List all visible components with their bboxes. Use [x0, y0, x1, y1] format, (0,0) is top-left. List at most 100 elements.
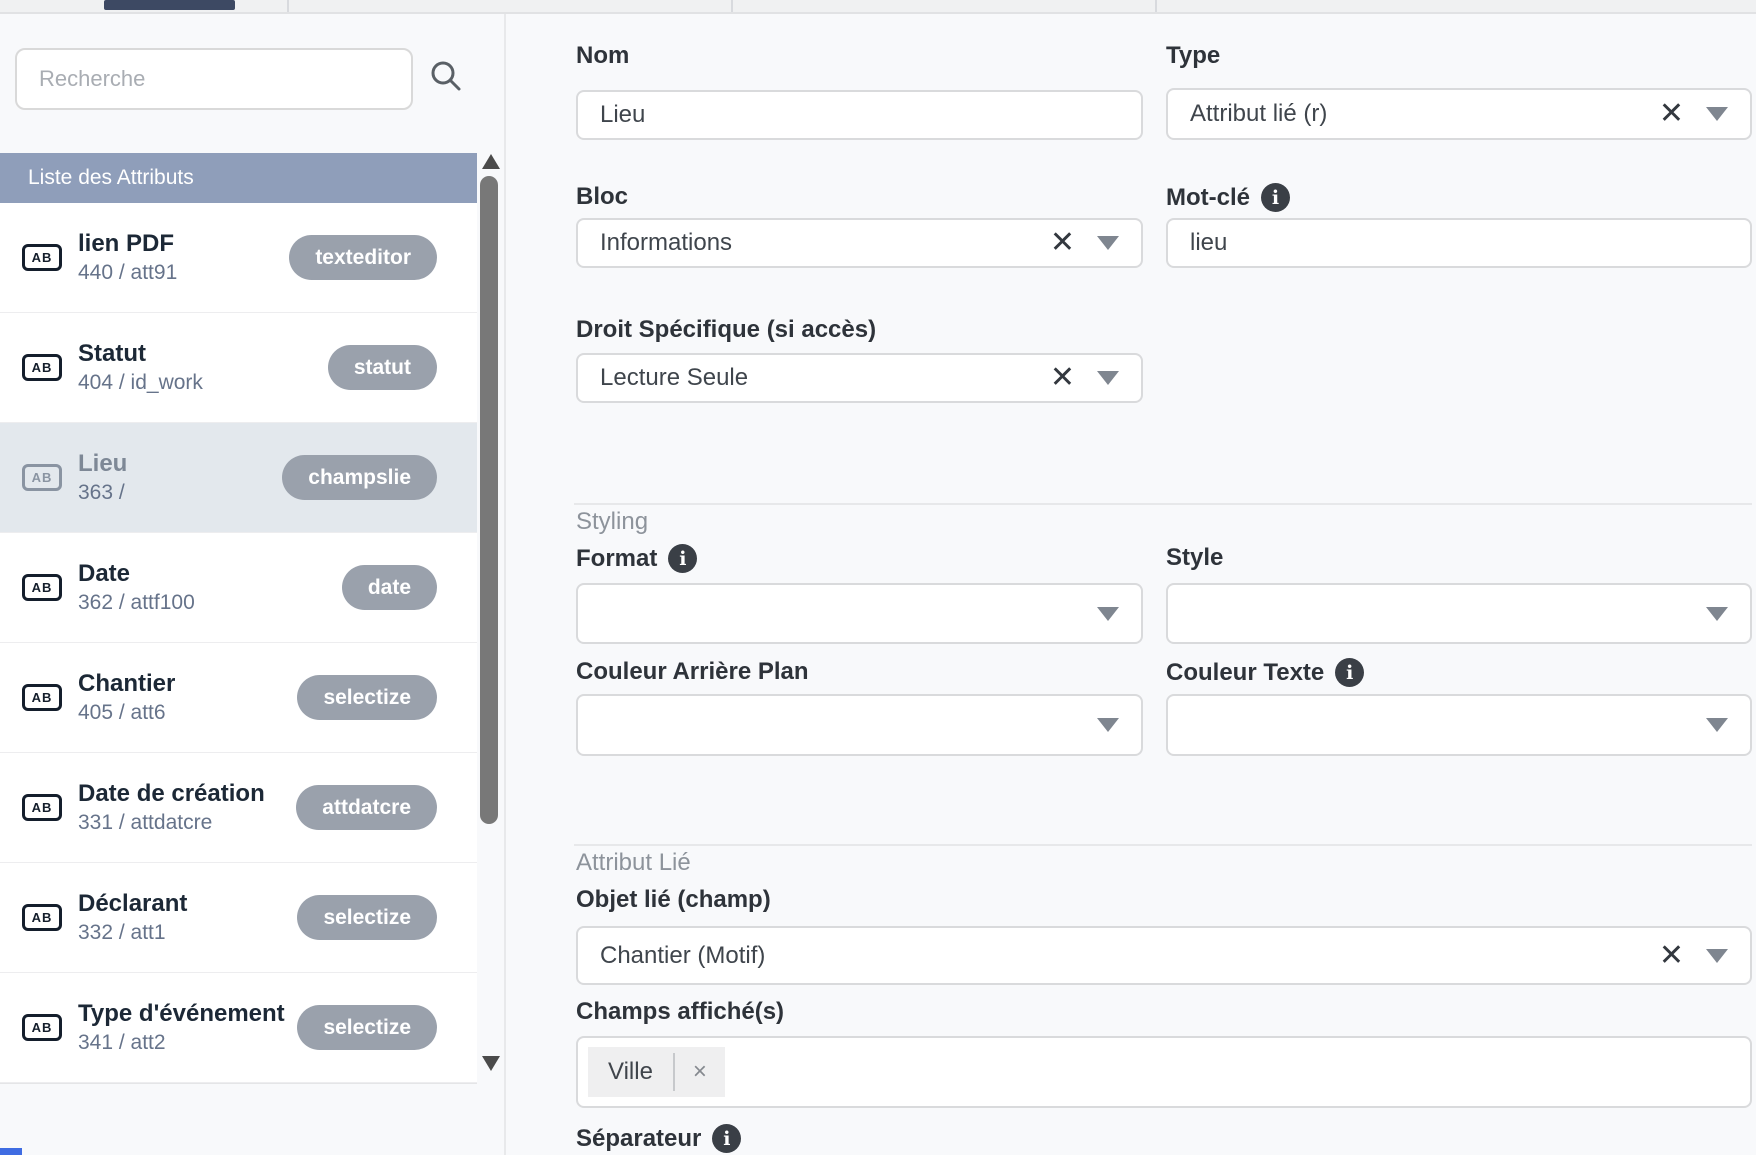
type-select-value: Attribut lié (r)	[1190, 100, 1659, 128]
styling-section-title: Styling	[576, 508, 648, 536]
clear-icon[interactable]: ✕	[1050, 363, 1075, 393]
attribute-type-icon: AB	[22, 684, 62, 711]
attribute-badge: selectize	[297, 675, 437, 720]
scroll-up-icon[interactable]	[482, 154, 500, 169]
search-icon[interactable]	[428, 58, 464, 99]
droit-select-value: Lecture Seule	[600, 364, 1050, 392]
type-label: Type	[1166, 42, 1220, 70]
attribute-type-icon: AB	[22, 464, 62, 491]
nom-label: Nom	[576, 42, 629, 70]
top-tab-strip	[0, 0, 1756, 14]
attribut-lie-section-title: Attribut Lié	[576, 849, 691, 877]
clear-icon[interactable]: ✕	[1659, 941, 1684, 971]
attribute-meta: 363 /	[78, 479, 127, 506]
type-select[interactable]: Attribut lié (r) ✕	[1166, 88, 1752, 140]
tag-ville: Ville ×	[588, 1047, 725, 1097]
attribute-sidebar: Liste des Attributs AB lien PDF 440 / at…	[0, 14, 506, 1155]
list-item-chantier[interactable]: AB Chantier 405 / att6 selectize	[0, 643, 477, 753]
attribute-editor-screen: Liste des Attributs AB lien PDF 440 / at…	[0, 0, 1756, 1155]
attribute-name: Statut	[78, 338, 203, 369]
attribute-list-header-label: Liste des Attributs	[28, 166, 194, 190]
attribute-name: Date	[78, 558, 195, 589]
tag-label: Ville	[588, 1047, 673, 1097]
caret-down-icon[interactable]	[1097, 236, 1119, 250]
remove-tag-icon[interactable]: ×	[675, 1047, 725, 1097]
droit-specifique-select[interactable]: Lecture Seule ✕	[576, 353, 1143, 403]
styling-section-divider	[574, 503, 1752, 505]
list-item-statut[interactable]: AB Statut 404 / id_work statut	[0, 313, 477, 423]
style-label: Style	[1166, 544, 1223, 572]
attribute-meta: 341 / att2	[78, 1029, 285, 1056]
attribute-badge: date	[342, 565, 437, 610]
caret-down-icon[interactable]	[1706, 949, 1728, 963]
clear-icon[interactable]: ✕	[1659, 99, 1684, 129]
attribute-meta: 440 / att91	[78, 259, 177, 286]
champs-affiches-tag-input[interactable]: Ville ×	[576, 1036, 1752, 1108]
caret-down-icon[interactable]	[1706, 107, 1728, 121]
bloc-select[interactable]: Informations ✕	[576, 218, 1143, 268]
attribute-badge: attdatcre	[296, 785, 437, 830]
list-item-date-de-creation[interactable]: AB Date de création 331 / attdatcre attd…	[0, 753, 477, 863]
caret-down-icon[interactable]	[1097, 371, 1119, 385]
champs-affiches-label: Champs affiché(s)	[576, 998, 784, 1026]
tab-divider	[1155, 0, 1157, 12]
couleur-texte-select[interactable]	[1166, 694, 1752, 756]
bloc-select-value: Informations	[600, 229, 1050, 257]
attribute-name: Type d'événement	[78, 998, 285, 1029]
format-label: Format i	[576, 544, 697, 573]
attribute-type-icon: AB	[22, 574, 62, 601]
droit-specifique-label: Droit Spécifique (si accès)	[576, 316, 876, 344]
attribute-name: Déclarant	[78, 888, 187, 919]
mot-cle-input[interactable]	[1166, 218, 1752, 268]
attribute-name: Date de création	[78, 778, 265, 809]
nom-input[interactable]	[576, 90, 1143, 140]
caret-down-icon[interactable]	[1097, 607, 1119, 621]
attribute-list: Liste des Attributs AB lien PDF 440 / at…	[0, 153, 477, 1084]
caret-down-icon[interactable]	[1706, 607, 1728, 621]
attribute-type-icon: AB	[22, 794, 62, 821]
attribute-type-icon: AB	[22, 244, 62, 271]
attribute-type-icon: AB	[22, 1014, 62, 1041]
attribute-name: lien PDF	[78, 228, 177, 259]
list-item-lien-pdf[interactable]: AB lien PDF 440 / att91 texteditor	[0, 203, 477, 313]
caret-down-icon[interactable]	[1706, 718, 1728, 732]
clear-icon[interactable]: ✕	[1050, 228, 1075, 258]
objet-lie-select[interactable]: Chantier (Motif) ✕	[576, 926, 1752, 985]
attribute-badge: texteditor	[289, 235, 437, 280]
objet-lie-label: Objet lié (champ)	[576, 886, 771, 914]
couleur-arriere-plan-label: Couleur Arrière Plan	[576, 658, 809, 686]
attribute-meta: 404 / id_work	[78, 369, 203, 396]
info-icon[interactable]: i	[1335, 658, 1364, 687]
active-tab-indicator[interactable]	[104, 0, 235, 10]
objet-lie-select-value: Chantier (Motif)	[600, 942, 1659, 970]
attribute-name: Lieu	[78, 448, 127, 479]
info-icon[interactable]: i	[1261, 183, 1290, 212]
list-item-lieu-selected[interactable]: AB Lieu 363 / champslie	[0, 423, 477, 533]
info-icon[interactable]: i	[668, 544, 697, 573]
attribute-meta: 405 / att6	[78, 699, 175, 726]
bloc-label: Bloc	[576, 183, 628, 211]
list-item-date[interactable]: AB Date 362 / attf100 date	[0, 533, 477, 643]
corner-accent-button[interactable]	[0, 1148, 22, 1155]
list-item-declarant[interactable]: AB Déclarant 332 / att1 selectize	[0, 863, 477, 973]
scrollbar-thumb[interactable]	[480, 176, 498, 824]
scroll-down-icon[interactable]	[482, 1056, 500, 1071]
search-input[interactable]	[15, 48, 413, 110]
attribute-badge: champslie	[282, 455, 437, 500]
separateur-label: Séparateur i	[576, 1124, 741, 1153]
attribute-meta: 331 / attdatcre	[78, 809, 265, 836]
attribute-meta: 362 / attf100	[78, 589, 195, 616]
couleur-texte-label: Couleur Texte i	[1166, 658, 1364, 687]
style-select[interactable]	[1166, 583, 1752, 644]
attribute-type-icon: AB	[22, 354, 62, 381]
attribute-list-header: Liste des Attributs	[0, 153, 477, 203]
attribute-badge: statut	[328, 345, 437, 390]
attribute-name: Chantier	[78, 668, 175, 699]
info-icon[interactable]: i	[712, 1124, 741, 1153]
caret-down-icon[interactable]	[1097, 718, 1119, 732]
attribute-badge: selectize	[297, 895, 437, 940]
couleur-arriere-plan-select[interactable]	[576, 694, 1143, 756]
attribute-badge: selectize	[297, 1005, 437, 1050]
list-item-type-evenement[interactable]: AB Type d'événement 341 / att2 selectize	[0, 973, 477, 1083]
format-select[interactable]	[576, 583, 1143, 644]
